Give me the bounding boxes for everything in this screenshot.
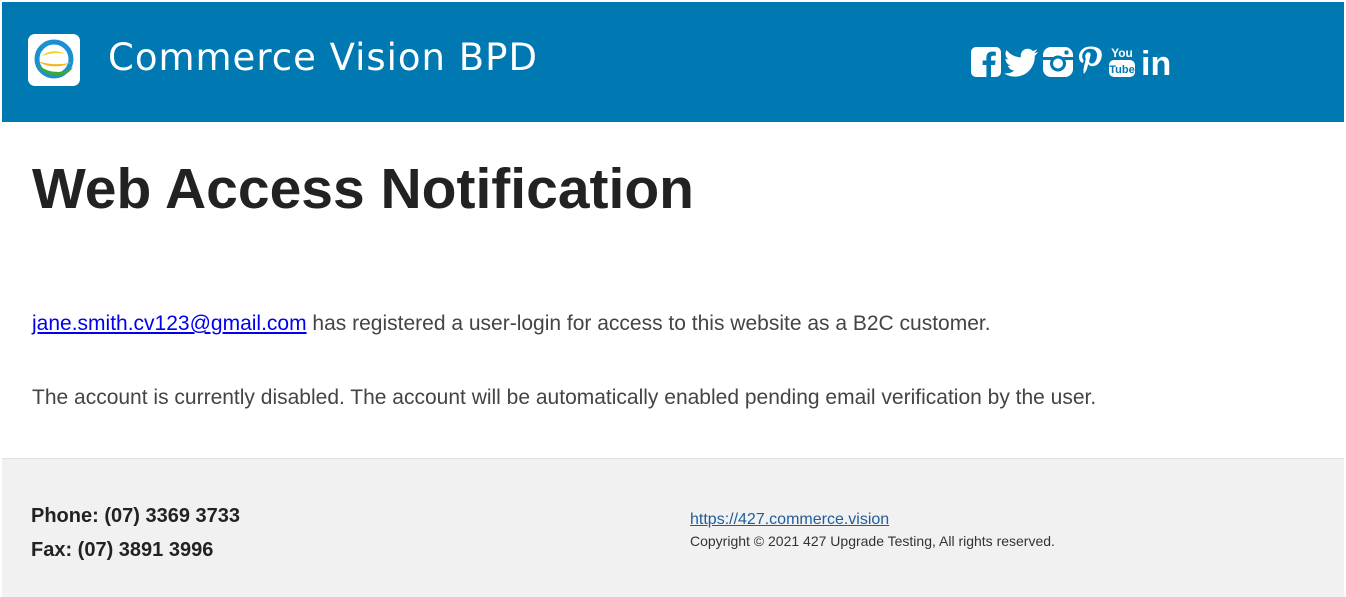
website-link[interactable]: https://427.commerce.vision [690,511,889,529]
brand-name: Commerce Vision BPD [108,36,538,79]
commerce-vision-logo-icon [34,39,74,79]
fax-number: Fax: (07) 3891 3996 [31,539,214,561]
registration-message: jane.smith.cv123@gmail.com has registere… [32,312,991,336]
instagram-icon[interactable] [1042,44,1074,80]
email-header: Commerce Vision BPD You Tube in [2,2,1344,122]
svg-text:You: You [1111,46,1133,60]
page-title: Web Access Notification [32,157,694,221]
registered-email-link[interactable]: jane.smith.cv123@gmail.com [32,312,307,335]
email-footer: Phone: (07) 3369 3733 Fax: (07) 3891 399… [2,458,1344,597]
copyright-text: Copyright © 2021 427 Upgrade Testing, Al… [690,533,1055,549]
youtube-icon[interactable]: You Tube [1106,44,1138,80]
svg-text:Tube: Tube [1109,64,1134,76]
account-status-message: The account is currently disabled. The a… [32,386,1097,409]
svg-text:in: in [1141,45,1171,79]
registration-text: has registered a user-login for access t… [306,312,991,335]
contact-details: Phone: (07) 3369 3733 Fax: (07) 3891 399… [31,499,240,567]
facebook-icon[interactable] [970,44,1002,80]
linkedin-icon[interactable]: in [1140,44,1174,80]
phone-number: Phone: (07) 3369 3733 [31,505,240,527]
brand-logo[interactable] [28,34,80,86]
social-links: You Tube in [970,42,1176,82]
email-notification: Commerce Vision BPD You Tube in Web Acce… [2,2,1344,597]
twitter-icon[interactable] [1004,44,1040,80]
pinterest-icon[interactable] [1076,44,1104,80]
